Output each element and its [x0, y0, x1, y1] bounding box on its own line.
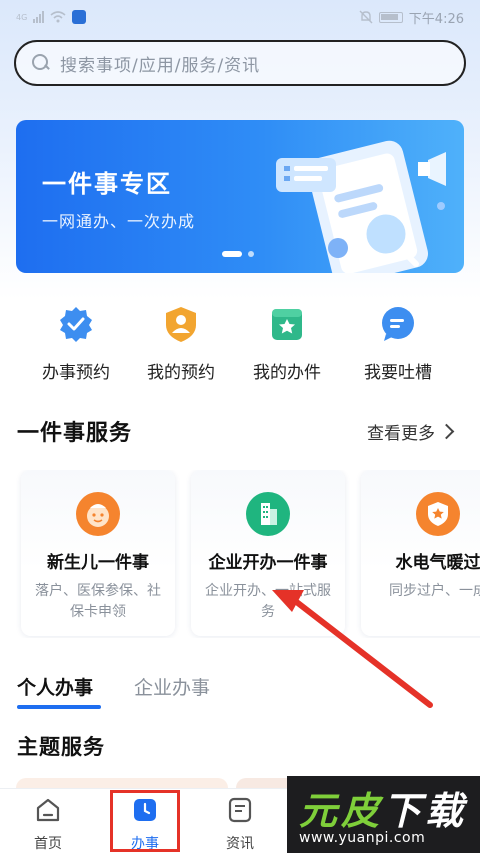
search-placeholder: 搜索事项/应用/服务/资讯	[60, 55, 261, 76]
watermark-logo: 元皮下载	[299, 789, 468, 833]
news-icon	[228, 797, 252, 823]
nav-item-news[interactable]: 资讯	[210, 795, 270, 853]
nav-item-home[interactable]: 首页	[18, 795, 78, 853]
shield-check-icon	[56, 304, 96, 344]
see-more-link[interactable]: 查看更多	[367, 419, 455, 444]
building-icon	[246, 492, 290, 536]
battery-icon	[378, 11, 403, 23]
card-title: 企业开办一件事	[208, 553, 328, 573]
user-shield-icon	[161, 304, 201, 344]
home-icon	[36, 798, 60, 822]
watermark-url: www.yuanpi.com	[299, 830, 426, 846]
search-icon	[32, 54, 50, 72]
tab-personal[interactable]: 个人办事	[17, 673, 93, 700]
service-card-utilities[interactable]: 水电气暖过 同步过户、一成	[361, 470, 480, 636]
app-shield-icon	[72, 10, 87, 24]
status-bar: 4G 下午4:26	[0, 0, 480, 34]
tab-company[interactable]: 企业办事	[134, 673, 210, 700]
see-more-label: 查看更多	[367, 424, 435, 444]
card-description: 企业开办、一站式服务	[205, 583, 331, 620]
quick-action-label: 办事预约	[42, 363, 110, 383]
star-folder-icon	[267, 304, 307, 344]
signal-icon	[33, 11, 45, 23]
card-description: 落户、医保参保、社保卡申领	[35, 583, 161, 620]
status-time: 下午4:26	[408, 11, 464, 27]
chevron-right-icon	[438, 423, 455, 440]
nav-label: 资讯	[226, 836, 254, 852]
shield-star-icon	[416, 492, 460, 536]
network-type: 4G	[16, 12, 28, 22]
service-card-newborn[interactable]: 新生儿一件事 落户、医保参保、社保卡申领	[21, 470, 175, 636]
quick-action-my-appointments[interactable]: 我的预约	[126, 300, 236, 383]
watermark: 元皮下载 www.yuanpi.com	[287, 776, 480, 853]
status-right: 下午4:26	[359, 8, 464, 27]
pager-dot-active	[222, 251, 242, 257]
theme-section-title: 主题服务	[17, 735, 105, 759]
pager-dot	[248, 251, 254, 257]
tab-active-indicator	[17, 705, 101, 709]
chat-bubble-icon	[378, 304, 418, 344]
banner-pager	[222, 251, 254, 257]
banner[interactable]: 一件事专区 一网通办、一次办成	[16, 120, 464, 273]
quick-action-feedback[interactable]: 我要吐槽	[343, 300, 453, 383]
nav-label: 首页	[34, 836, 62, 852]
banner-title: 一件事专区	[42, 170, 172, 198]
baby-face-icon	[76, 492, 120, 536]
status-left: 4G	[16, 10, 87, 24]
phone-illustration-icon	[276, 140, 446, 273]
card-description: 同步过户、一成	[389, 583, 480, 599]
service-card-business[interactable]: 企业开办一件事 企业开办、一站式服务	[191, 470, 345, 636]
quick-action-label: 我要吐槽	[364, 363, 432, 383]
banner-subtitle: 一网通办、一次办成	[42, 212, 196, 231]
quick-action-label: 我的办件	[253, 363, 321, 383]
card-title: 新生儿一件事	[47, 553, 149, 573]
service-cards: 新生儿一件事 落户、医保参保、社保卡申领 企业开办一件事 企业开办、一站式服务	[0, 470, 480, 638]
quick-actions: 办事预约 我的预约 我的办件 我要吐槽	[0, 300, 480, 390]
quick-action-appointment[interactable]: 办事预约	[21, 300, 131, 383]
card-title: 水电气暖过	[395, 553, 480, 573]
quick-action-my-cases[interactable]: 我的办件	[232, 300, 342, 383]
mute-bell-icon	[359, 10, 373, 24]
wifi-icon	[50, 11, 66, 23]
quick-action-label: 我的预约	[147, 363, 215, 383]
search-bar[interactable]: 搜索事项/应用/服务/资讯	[14, 40, 466, 86]
highlight-box	[110, 790, 180, 852]
services-section-title: 一件事服务	[17, 421, 133, 446]
